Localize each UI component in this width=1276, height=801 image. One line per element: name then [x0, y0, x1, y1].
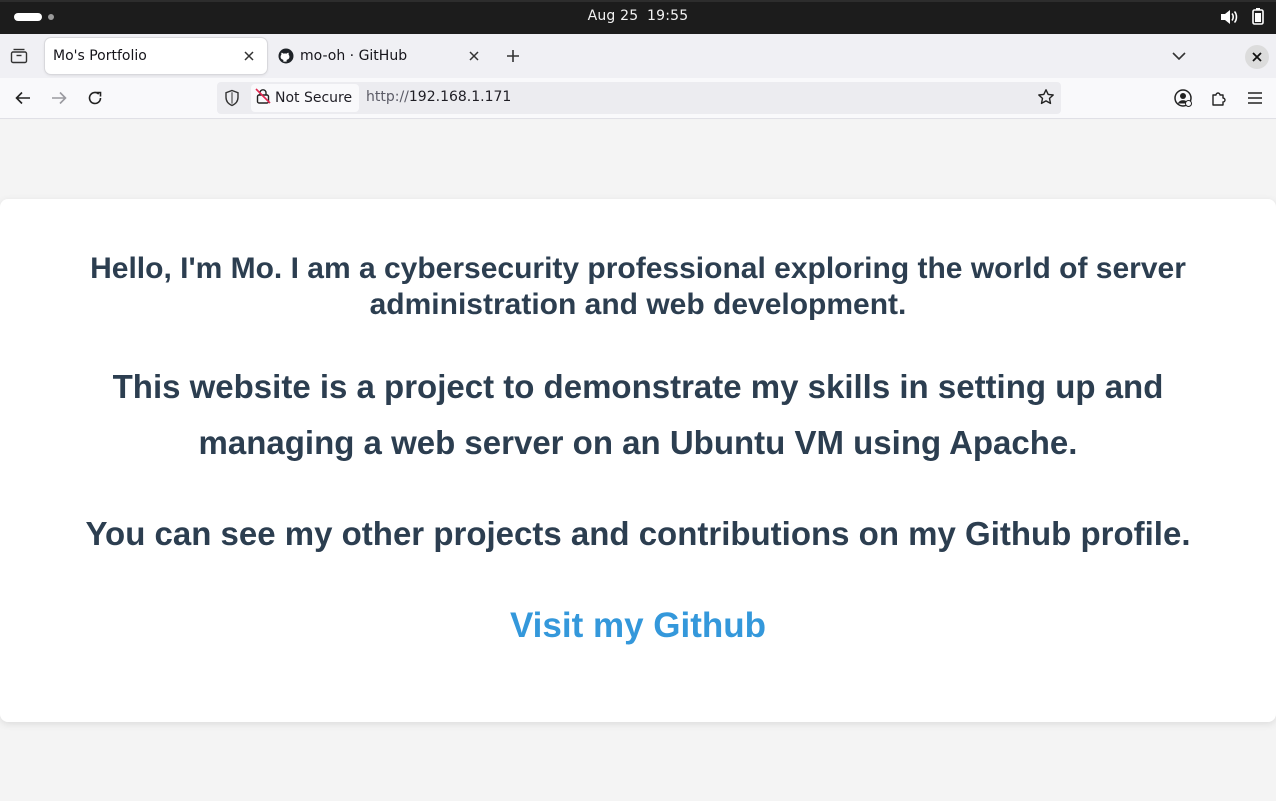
tab-mos-portfolio[interactable]: Mo's Portfolio	[45, 38, 267, 74]
content-card: Hello, I'm Mo. I am a cybersecurity prof…	[0, 199, 1276, 722]
forward-arrow-icon[interactable]	[48, 87, 70, 109]
tracking-protection-shield-icon[interactable]	[223, 89, 241, 111]
tab-strip: Mo's Portfolio mo-oh · GitHub	[0, 34, 1276, 78]
visit-github-link[interactable]: Visit my Github	[510, 606, 766, 645]
insecure-lock-icon	[255, 88, 271, 108]
tab-close-icon[interactable]	[239, 46, 259, 66]
tab-title: Mo's Portfolio	[53, 48, 147, 64]
project-description: This website is a project to demonstrate…	[112, 368, 1164, 461]
list-all-tabs-chevron-down-icon[interactable]	[1168, 46, 1190, 66]
address-bar[interactable]: Not Secure http://192.168.1.171	[217, 82, 1061, 114]
tab-overview-icon[interactable]	[8, 45, 30, 67]
reload-icon[interactable]	[84, 87, 106, 109]
intro-heading: Hello, I'm Mo. I am a cybersecurity prof…	[90, 252, 1186, 321]
tab-github[interactable]: mo-oh · GitHub	[270, 38, 492, 74]
hamburger-menu-icon[interactable]	[1244, 87, 1266, 109]
account-icon[interactable]	[1172, 87, 1194, 109]
not-secure-label: Not Secure	[275, 90, 353, 106]
battery-icon[interactable]	[1252, 8, 1264, 25]
github-icon	[278, 48, 294, 64]
page-viewport: Hello, I'm Mo. I am a cybersecurity prof…	[0, 120, 1276, 801]
new-tab-plus-icon[interactable]	[503, 46, 523, 66]
tab-title: mo-oh · GitHub	[300, 48, 408, 64]
visit-github-link-row: Visit my Github	[0, 604, 1276, 648]
github-profile-text: You can see my other projects and contri…	[85, 515, 1191, 552]
extensions-puzzle-icon[interactable]	[1208, 87, 1230, 109]
url-scheme: http://	[366, 89, 409, 105]
site-security-indicator[interactable]: Not Secure	[251, 84, 359, 112]
url-host: 192.168.1.171	[408, 89, 512, 105]
system-top-bar: Aug 25 19:55	[0, 0, 1276, 34]
clock[interactable]: Aug 25 19:55	[0, 8, 1276, 24]
clock-date: Aug 25	[587, 8, 639, 24]
url-text[interactable]: http://192.168.1.171	[366, 89, 511, 105]
back-arrow-icon[interactable]	[12, 87, 34, 109]
clock-time: 19:55	[647, 8, 689, 24]
bookmark-star-icon[interactable]	[1037, 88, 1055, 110]
navigation-toolbar: Not Secure http://192.168.1.171	[0, 78, 1276, 119]
tab-close-icon[interactable]	[464, 46, 484, 66]
window-close-icon[interactable]	[1245, 45, 1269, 69]
system-tray[interactable]	[1220, 8, 1264, 25]
volume-icon[interactable]	[1220, 9, 1238, 25]
